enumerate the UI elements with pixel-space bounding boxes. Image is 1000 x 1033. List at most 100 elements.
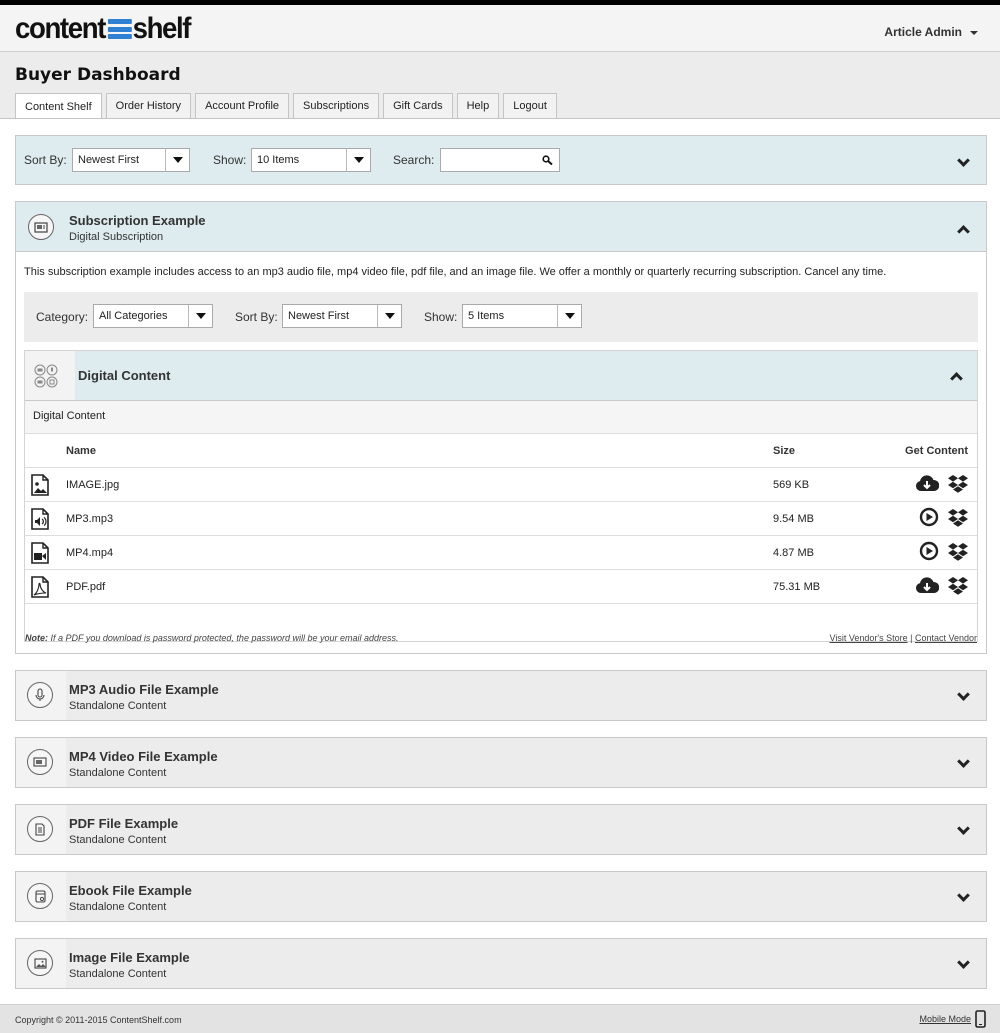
subscription-description: This subscription example includes acces… — [24, 266, 887, 278]
user-menu[interactable]: Article Admin — [884, 25, 978, 39]
visit-vendor-store-link[interactable]: Visit Vendor's Store — [830, 633, 908, 643]
cloud-download-icon[interactable] — [915, 473, 939, 493]
chevron-down-icon — [956, 154, 970, 167]
media-grid-icon — [34, 364, 58, 388]
item-title: Ebook File Example — [69, 883, 192, 898]
caret-down-icon — [970, 31, 978, 35]
sub-show-value: 5 Items — [468, 310, 505, 322]
digital-content-title: Digital Content — [78, 368, 171, 383]
search-button[interactable] — [535, 149, 559, 171]
category-label: Category: — [36, 310, 89, 324]
category-select[interactable]: All Categories — [93, 304, 213, 328]
logo[interactable]: content shelf — [15, 12, 192, 45]
expand-button[interactable] — [955, 755, 971, 772]
digital-content-icon-box — [25, 351, 75, 400]
table-row: PDF.pdf 75.31 MB — [25, 570, 977, 604]
note-label: Note: — [25, 633, 48, 643]
sub-sort-select[interactable]: Newest First — [282, 304, 402, 328]
item-icon-box — [16, 872, 66, 921]
digital-content-header[interactable]: Digital Content — [25, 351, 977, 401]
video-icon — [27, 749, 53, 775]
item-title: Image File Example — [69, 950, 190, 965]
collapsed-item-mp4[interactable]: MP4 Video File Example Standalone Conten… — [15, 737, 987, 788]
mobile-mode-link[interactable]: Mobile Mode — [919, 1010, 986, 1028]
audio-file-icon — [31, 508, 49, 530]
dropbox-icon[interactable] — [947, 508, 969, 528]
logo-text-right: shelf — [132, 12, 192, 45]
file-size: 75.31 MB — [773, 581, 821, 593]
dropdown-arrow-icon — [188, 305, 212, 327]
chevron-up-icon — [949, 372, 963, 385]
chevron-down-icon — [956, 755, 970, 768]
table-row: IMAGE.jpg 569 KB — [25, 468, 977, 502]
content-area: Sort By: Newest First Show: 10 Items Sea… — [0, 118, 1000, 1004]
play-icon[interactable] — [918, 541, 942, 561]
show-value: 10 Items — [257, 154, 300, 166]
file-name[interactable]: PDF.pdf — [66, 581, 105, 593]
tab-help[interactable]: Help — [456, 93, 500, 118]
item-subtitle: Standalone Content — [69, 767, 167, 779]
collapsed-item-ebook[interactable]: Ebook File Example Standalone Content — [15, 871, 987, 922]
tab-logout[interactable]: Logout — [503, 93, 557, 118]
ebook-icon — [27, 883, 53, 909]
show-label: Show: — [213, 153, 247, 167]
document-icon — [27, 816, 53, 842]
show-select[interactable]: 10 Items — [251, 148, 371, 172]
subscription-header[interactable]: Subscription Example Digital Subscriptio… — [16, 202, 986, 252]
pdf-file-icon — [31, 576, 49, 598]
item-subtitle: Standalone Content — [69, 968, 167, 980]
dropbox-icon[interactable] — [947, 542, 969, 562]
cloud-download-icon[interactable] — [915, 575, 939, 595]
tab-gift-cards[interactable]: Gift Cards — [383, 93, 453, 118]
search-icon — [541, 154, 553, 165]
tab-content-shelf[interactable]: Content Shelf — [15, 93, 102, 119]
expand-button[interactable] — [955, 822, 971, 839]
sub-show-select[interactable]: 5 Items — [462, 304, 582, 328]
search-input[interactable] — [440, 148, 560, 172]
dropdown-arrow-icon — [346, 149, 370, 171]
contact-vendor-link[interactable]: Contact Vendor — [915, 633, 977, 643]
file-name[interactable]: MP3.mp3 — [66, 513, 113, 525]
item-subtitle: Standalone Content — [69, 901, 167, 913]
user-menu-label: Article Admin — [884, 25, 962, 39]
subscription-title: Subscription Example — [69, 213, 206, 228]
category-value: All Categories — [99, 310, 168, 322]
note-text: If a PDF you download is password protec… — [48, 633, 399, 643]
expand-button[interactable] — [955, 956, 971, 973]
dropdown-arrow-icon — [165, 149, 189, 171]
col-size: Size — [773, 445, 796, 457]
file-size: 569 KB — [773, 479, 810, 491]
play-icon[interactable] — [918, 507, 942, 527]
expand-button[interactable] — [955, 688, 971, 705]
chevron-down-icon — [956, 688, 970, 701]
expand-filters-button[interactable] — [955, 154, 971, 171]
category-filter-bar: Category: All Categories Sort By: Newest… — [24, 292, 978, 342]
tab-order-history[interactable]: Order History — [105, 93, 192, 118]
dropdown-arrow-icon — [377, 305, 401, 327]
item-icon-box — [16, 805, 66, 854]
sort-by-label: Sort By: — [24, 153, 67, 167]
file-name[interactable]: MP4.mp4 — [66, 547, 113, 559]
item-subtitle: Standalone Content — [69, 700, 167, 712]
table-row: MP4.mp4 4.87 MB — [25, 536, 977, 570]
sort-by-value: Newest First — [78, 154, 140, 166]
microphone-icon — [27, 682, 53, 708]
tab-account-profile[interactable]: Account Profile — [195, 93, 290, 118]
digital-content-panel: Digital Content Digital Content Name Siz… — [24, 350, 978, 643]
file-size: 4.87 MB — [773, 547, 814, 559]
collapse-subscription-button[interactable] — [955, 221, 971, 238]
collapsed-item-pdf[interactable]: PDF File Example Standalone Content — [15, 804, 987, 855]
dropbox-icon[interactable] — [947, 474, 969, 494]
col-name: Name — [66, 445, 96, 457]
subscription-subtitle: Digital Subscription — [69, 231, 164, 243]
collapsed-item-mp3[interactable]: MP3 Audio File Example Standalone Conten… — [15, 670, 987, 721]
sort-by-select[interactable]: Newest First — [72, 148, 190, 172]
expand-button[interactable] — [955, 889, 971, 906]
item-title: MP4 Video File Example — [69, 749, 218, 764]
collapsed-item-image[interactable]: Image File Example Standalone Content — [15, 938, 987, 989]
collapse-digital-content-button[interactable] — [948, 368, 964, 385]
tab-subscriptions[interactable]: Subscriptions — [293, 93, 380, 118]
dropbox-icon[interactable] — [947, 576, 969, 596]
chevron-down-icon — [956, 956, 970, 969]
file-name[interactable]: IMAGE.jpg — [66, 479, 119, 491]
